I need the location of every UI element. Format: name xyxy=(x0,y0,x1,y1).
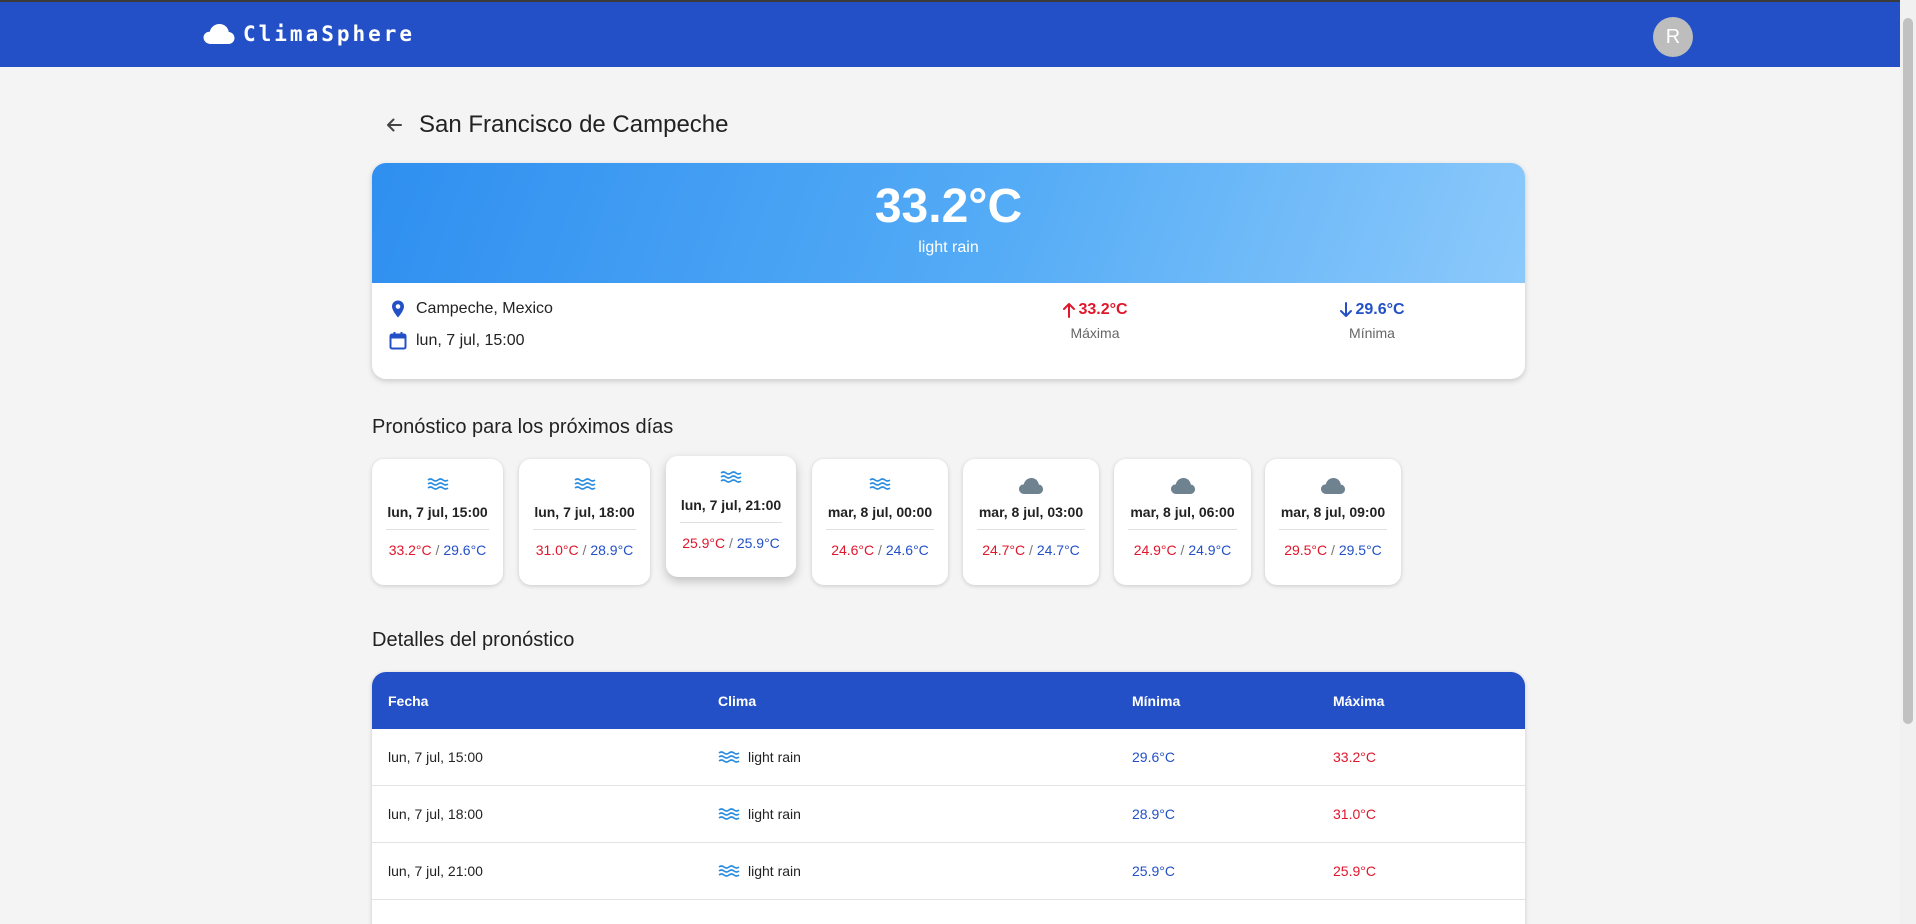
row-min: 25.9°C xyxy=(1132,863,1175,879)
forecast-max: 31.0°C xyxy=(535,542,579,558)
waves-icon xyxy=(427,478,448,490)
current-description: light rain xyxy=(918,239,979,256)
column-header-min[interactable]: Mínima xyxy=(1132,672,1180,729)
forecast-date: mar, 8 jul, 03:00 xyxy=(978,504,1084,520)
row-weather: light rain xyxy=(718,843,801,899)
row-max: 31.0°C xyxy=(1333,806,1376,822)
page-title: San Francisco de Campeche xyxy=(419,111,729,138)
forecast-card[interactable]: mar, 8 jul, 06:00 24.9°C / 24.9°C xyxy=(1114,459,1251,585)
datetime-text: lun, 7 jul, 15:00 xyxy=(416,332,525,349)
forecast-min: 29.5°C xyxy=(1338,542,1382,558)
waves-icon xyxy=(718,751,740,763)
forecast-max: 24.7°C xyxy=(982,542,1026,558)
calendar-icon xyxy=(389,332,407,350)
app-bar: ClimaSphere R xyxy=(0,0,1900,67)
forecast-card[interactable]: lun, 7 jul, 21:00 25.9°C / 25.9°C xyxy=(666,456,796,577)
forecast-card[interactable]: mar, 8 jul, 00:00 24.6°C / 24.6°C xyxy=(812,459,948,585)
row-max: 33.2°C xyxy=(1333,749,1376,765)
current-temperature: 33.2°C xyxy=(874,180,1023,233)
current-weather-card: 33.2°C light rain Campeche, Mexico lun, … xyxy=(372,163,1525,379)
column-header-max[interactable]: Máxima xyxy=(1333,672,1384,729)
forecast-max: 24.6°C xyxy=(831,542,875,558)
row-weather-text: light rain xyxy=(748,863,801,879)
location-pin-icon xyxy=(392,300,404,318)
arrow-down-icon xyxy=(1340,302,1353,317)
app-name: ClimaSphere xyxy=(243,22,416,46)
forecast-date: lun, 7 jul, 18:00 xyxy=(534,504,635,520)
datetime-line: lun, 7 jul, 15:00 xyxy=(388,331,525,351)
row-min: 28.9°C xyxy=(1132,806,1175,822)
row-weather-text: light rain xyxy=(748,749,801,765)
cloud-logo-icon xyxy=(203,24,235,44)
cloud-icon xyxy=(1170,478,1195,494)
table-row[interactable]: lun, 7 jul, 18:00 light rain 28.9°C 31.0… xyxy=(372,786,1525,843)
scrollbar-thumb[interactable] xyxy=(1903,18,1913,724)
table-row[interactable]: lun, 7 jul, 15:00 light rain 29.6°C 33.2… xyxy=(372,729,1525,786)
forecast-min: 25.9°C xyxy=(736,535,780,551)
forecast-min: 28.9°C xyxy=(590,542,634,558)
min-temp-stat: 29.6°C Mínima xyxy=(1312,301,1432,341)
row-date: lun, 7 jul, 21:00 xyxy=(388,863,483,879)
min-temp-label: Mínima xyxy=(1349,325,1395,341)
max-temp-stat: 33.2°C Máxima xyxy=(1035,301,1155,341)
max-temp-value: 33.2°C xyxy=(1078,301,1128,318)
forecast-section-title: Pronóstico para los próximos días xyxy=(372,416,674,438)
forecast-card[interactable]: mar, 8 jul, 09:00 29.5°C / 29.5°C xyxy=(1265,459,1401,585)
forecast-date: mar, 8 jul, 00:00 xyxy=(827,504,933,520)
brand[interactable]: ClimaSphere xyxy=(203,22,415,46)
waves-icon xyxy=(718,865,740,877)
forecast-max: 25.9°C xyxy=(682,535,726,551)
waves-icon xyxy=(574,478,595,490)
waves-icon xyxy=(720,471,742,483)
details-section-title: Detalles del pronóstico xyxy=(372,629,575,651)
row-min: 29.6°C xyxy=(1132,749,1175,765)
column-header-weather[interactable]: Clima xyxy=(718,672,756,729)
waves-icon xyxy=(869,478,891,490)
row-weather: light rain xyxy=(718,786,801,842)
forecast-card[interactable]: lun, 7 jul, 15:00 33.2°C / 29.6°C xyxy=(372,459,503,585)
arrow-left-icon xyxy=(387,118,402,132)
location-text: Campeche, Mexico xyxy=(416,300,553,317)
forecast-max: 24.9°C xyxy=(1133,542,1177,558)
min-temp-value: 29.6°C xyxy=(1355,301,1405,318)
forecast-card[interactable]: lun, 7 jul, 18:00 31.0°C / 28.9°C xyxy=(519,459,650,585)
forecast-card[interactable]: mar, 8 jul, 03:00 24.7°C / 24.7°C xyxy=(963,459,1099,585)
forecast-min: 24.9°C xyxy=(1188,542,1232,558)
row-weather-text: light rain xyxy=(748,806,801,822)
current-weather-details: Campeche, Mexico lun, 7 jul, 15:00 33.2°… xyxy=(372,283,1525,379)
column-header-date[interactable]: Fecha xyxy=(388,672,428,729)
row-date: lun, 7 jul, 15:00 xyxy=(388,749,483,765)
forecast-date: mar, 8 jul, 06:00 xyxy=(1130,504,1235,520)
forecast-max: 29.5°C xyxy=(1284,542,1328,558)
cloud-icon xyxy=(1321,478,1345,494)
max-temp-label: Máxima xyxy=(1070,325,1120,341)
table-header: Fecha Clima Mínima Máxima xyxy=(372,672,1525,729)
scrollbar[interactable] xyxy=(1900,0,1916,924)
row-max: 25.9°C xyxy=(1333,863,1376,879)
forecast-min: 24.7°C xyxy=(1036,542,1080,558)
forecast-min: 29.6°C xyxy=(443,542,487,558)
forecast-date: lun, 7 jul, 21:00 xyxy=(680,497,782,513)
arrow-up-icon xyxy=(1063,303,1076,318)
page-header: San Francisco de Campeche xyxy=(372,103,729,147)
back-button[interactable] xyxy=(374,105,414,145)
waves-icon xyxy=(718,808,740,820)
table-row[interactable]: lun, 7 jul, 21:00 light rain 25.9°C 25.9… xyxy=(372,843,1525,900)
forecast-min: 24.6°C xyxy=(885,542,929,558)
forecast-date: lun, 7 jul, 15:00 xyxy=(387,504,488,520)
forecast-table: Fecha Clima Mínima Máxima lun, 7 jul, 15… xyxy=(372,672,1525,924)
forecast-date: mar, 8 jul, 09:00 xyxy=(1280,504,1386,520)
forecast-max: 33.2°C xyxy=(388,542,432,558)
user-avatar[interactable]: R xyxy=(1653,17,1693,57)
row-date: lun, 7 jul, 18:00 xyxy=(388,806,483,822)
cloud-icon xyxy=(1019,478,1043,494)
table-row-partial[interactable] xyxy=(372,900,1525,924)
current-weather-banner: 33.2°C light rain xyxy=(372,163,1525,283)
row-weather: light rain xyxy=(718,729,801,785)
location-line: Campeche, Mexico xyxy=(388,299,553,319)
